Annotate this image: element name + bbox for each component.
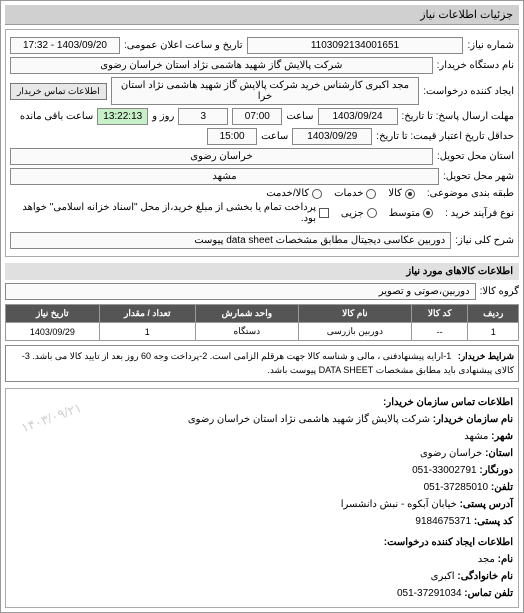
creator-label: ایجاد کننده درخواست: bbox=[423, 86, 514, 97]
th-name: نام کالا bbox=[298, 305, 411, 323]
cell-qty: 1 bbox=[99, 323, 195, 341]
radio-small-label: جزیی bbox=[341, 208, 364, 219]
remaining-suffix: ساعت باقی مانده bbox=[20, 111, 93, 122]
radio-kalakhadamat-label: کالا/خدمت bbox=[266, 188, 309, 199]
th-date: تاریخ نیاز bbox=[6, 305, 100, 323]
c-family: اکبری bbox=[431, 571, 455, 582]
radio-icon bbox=[312, 189, 322, 199]
c-province: خراسان رضوی bbox=[420, 448, 482, 459]
group-label: گروه کالا: bbox=[480, 286, 519, 297]
radio-khadamat-label: خدمات bbox=[334, 188, 363, 199]
th-row: ردیف bbox=[468, 305, 519, 323]
checkbox-treasury[interactable]: پرداخت تمام یا بخشی از مبلغ خرید،از محل … bbox=[10, 202, 329, 224]
cell-unit: دستگاه bbox=[195, 323, 298, 341]
time-label-2: ساعت bbox=[261, 131, 288, 142]
contact-block: اطلاعات تماس سازمان خریدار: نام سازمان خ… bbox=[5, 388, 519, 608]
c-city: مشهد bbox=[464, 431, 488, 442]
table-row: 1 -- دوربین بازرسی دستگاه 1 1403/09/29 bbox=[6, 323, 519, 341]
c-family-label: نام خانوادگی: bbox=[457, 571, 513, 582]
announce-label: تاریخ و ساعت اعلان عمومی: bbox=[124, 40, 243, 51]
radio-kala[interactable]: کالا bbox=[388, 188, 415, 199]
process-type-label: نوع فرآیند خرید : bbox=[445, 208, 514, 219]
c-org-label: نام سازمان خریدار: bbox=[433, 414, 513, 425]
c-phone-label: تلفن تماس: bbox=[464, 588, 513, 599]
items-section-title: اطلاعات کالاهای مورد نیاز bbox=[5, 263, 519, 280]
c-address-label: آدرس پستی: bbox=[460, 499, 513, 510]
time-label-1: ساعت bbox=[286, 111, 313, 122]
radio-khadamat[interactable]: خدمات bbox=[334, 188, 376, 199]
request-number-label: شماره نیاز: bbox=[467, 40, 514, 51]
c-province-label: استان: bbox=[485, 448, 513, 459]
purchase-label: شرایط خریدار: bbox=[458, 350, 514, 364]
c-phone: 37291034-051 bbox=[397, 588, 462, 599]
c-postal-label: کد پستی: bbox=[474, 516, 513, 527]
purchase-conditions: شرایط خریدار: 1-ارایه پیشنهادفنی ، مالی … bbox=[5, 345, 519, 382]
radio-icon bbox=[423, 208, 433, 218]
validity-date: 1403/09/29 bbox=[292, 128, 372, 145]
c-tel: 37285010-051 bbox=[424, 482, 489, 493]
purchase-text: 1-ارایه پیشنهادفنی ، مالی و شناسه کالا ج… bbox=[22, 351, 514, 375]
c-fax: 33002791-051 bbox=[412, 465, 477, 476]
th-unit: واحد شمارش bbox=[195, 305, 298, 323]
radio-medium[interactable]: متوسط bbox=[389, 208, 433, 219]
contact-title: اطلاعات تماس سازمان خریدار: bbox=[383, 397, 513, 408]
province-label: استان محل تحویل: bbox=[437, 151, 514, 162]
radio-kala-khadamat[interactable]: کالا/خدمت bbox=[266, 188, 322, 199]
validity-time: 15:00 bbox=[207, 128, 257, 145]
radio-icon bbox=[367, 208, 377, 218]
remaining-and: روز و bbox=[152, 111, 174, 122]
c-postal: 9184675371 bbox=[415, 516, 471, 527]
validity-label: حداقل تاریخ اعتبار قیمت: تا تاریخ: bbox=[376, 131, 514, 142]
c-tel-label: تلفن: bbox=[491, 482, 513, 493]
buyer-org-value: شرکت پالایش گاز شهید هاشمی نژاد استان خر… bbox=[10, 57, 433, 74]
deadline-date: 1403/09/24 bbox=[318, 108, 398, 125]
subject-type-label: طبقه بندی موضوعی: bbox=[427, 188, 514, 199]
c-name: مجد bbox=[478, 554, 495, 565]
c-city-label: شهر: bbox=[491, 431, 513, 442]
deadline-time: 07:00 bbox=[232, 108, 282, 125]
checkbox-icon bbox=[319, 208, 329, 218]
c-address: خیابان آبکوه - نبش دانشسرا bbox=[341, 499, 457, 510]
th-qty: تعداد / مقدار bbox=[99, 305, 195, 323]
cell-row: 1 bbox=[468, 323, 519, 341]
desc-label: شرح کلی نیاز: bbox=[455, 235, 514, 246]
request-number-value: 1103092134001651 bbox=[247, 37, 464, 54]
cell-name: دوربین بازرسی bbox=[298, 323, 411, 341]
c-fax-label: دورنگار: bbox=[479, 465, 513, 476]
days-remaining: 3 bbox=[178, 108, 228, 125]
items-table: ردیف کد کالا نام کالا واحد شمارش تعداد /… bbox=[5, 304, 519, 341]
radio-icon bbox=[405, 189, 415, 199]
remaining-time: 13:22:13 bbox=[97, 108, 148, 125]
treasury-text: پرداخت تمام یا بخشی از مبلغ خرید،از محل … bbox=[10, 202, 316, 224]
deadline-label: مهلت ارسال پاسخ: تا تاریخ: bbox=[402, 111, 514, 122]
contact-info-button[interactable]: اطلاعات تماس خریدار bbox=[10, 83, 107, 100]
radio-icon bbox=[366, 189, 376, 199]
c-name-label: نام: bbox=[498, 554, 513, 565]
page-title: جزئیات اطلاعات نیاز bbox=[5, 5, 519, 25]
province-value: خراسان رضوی bbox=[10, 148, 433, 165]
th-code: کد کالا bbox=[411, 305, 468, 323]
table-header-row: ردیف کد کالا نام کالا واحد شمارش تعداد /… bbox=[6, 305, 519, 323]
announce-value: 1403/09/20 - 17:32 bbox=[10, 37, 120, 54]
radio-medium-label: متوسط bbox=[389, 208, 420, 219]
radio-kala-label: کالا bbox=[388, 188, 402, 199]
c-org: شرکت پالایش گاز شهید هاشمی نژاد استان خر… bbox=[188, 414, 430, 425]
cell-date: 1403/09/29 bbox=[6, 323, 100, 341]
radio-small[interactable]: جزیی bbox=[341, 208, 377, 219]
c-creator-section: اطلاعات ایجاد کننده درخواست: bbox=[384, 537, 513, 548]
cell-code: -- bbox=[411, 323, 468, 341]
creator-value: مجد اکبری کارشناس خرید شرکت پالایش گاز ش… bbox=[111, 77, 420, 105]
city-label: شهر محل تحویل: bbox=[443, 171, 514, 182]
buyer-org-label: نام دستگاه خریدار: bbox=[437, 60, 514, 71]
desc-value: دوربین عکاسی دیجیتال مطابق مشخصات data s… bbox=[10, 232, 451, 249]
city-value: مشهد bbox=[10, 168, 439, 185]
group-value: دوربین،صوتی و تصویر bbox=[5, 283, 476, 300]
